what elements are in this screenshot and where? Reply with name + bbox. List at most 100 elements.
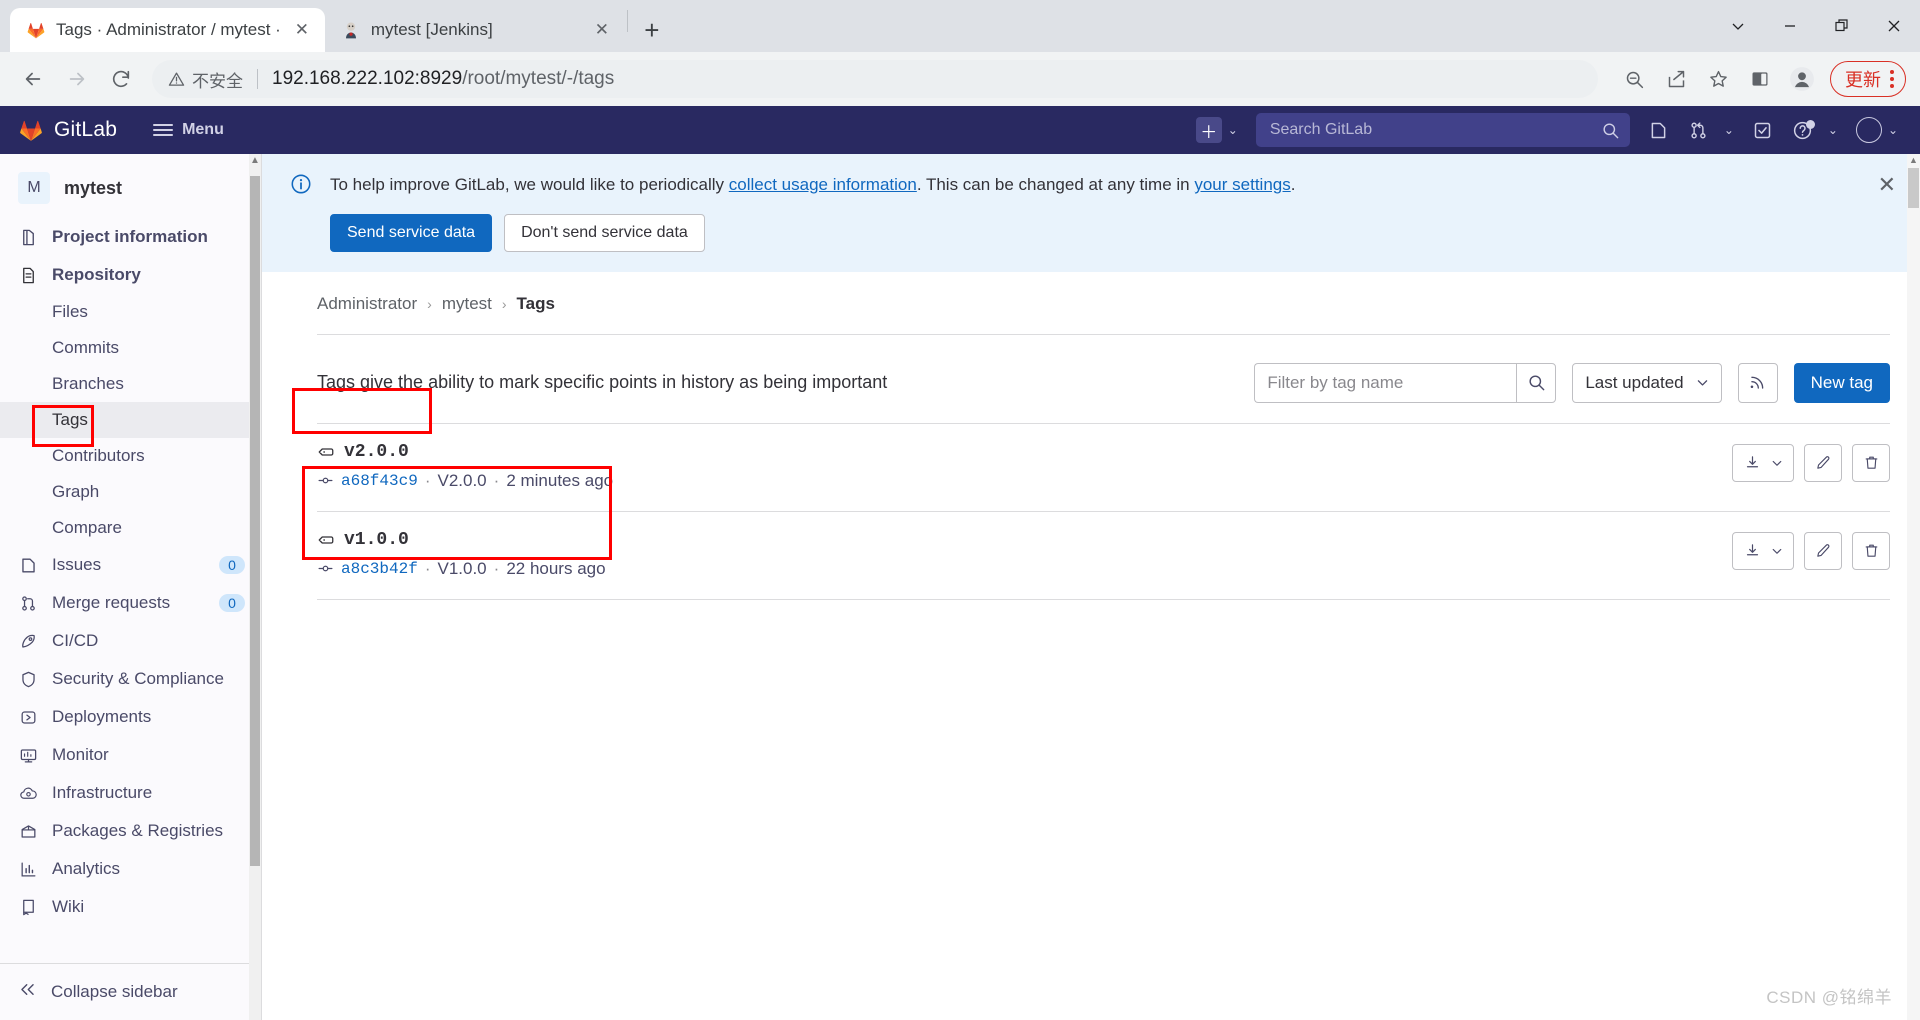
sidebar-item-infrastructure[interactable]: Infrastructure — [0, 774, 261, 812]
close-icon[interactable]: ✕ — [1878, 174, 1896, 196]
create-new-icon[interactable]: ＋ — [1195, 117, 1222, 143]
sidebar-project-header[interactable]: M mytest — [0, 162, 261, 218]
sidebar-item-label: Analytics — [52, 859, 121, 878]
your-settings-link[interactable]: your settings — [1194, 175, 1290, 194]
collect-usage-information-link[interactable]: collect usage information — [729, 175, 917, 194]
delete-tag-button[interactable] — [1852, 531, 1890, 570]
new-tab-button[interactable]: + — [634, 12, 670, 48]
sidebar-item-contributors[interactable]: Contributors — [0, 438, 261, 474]
sidebar-item-monitor[interactable]: Monitor — [0, 736, 261, 774]
commit-sha-link[interactable]: a8c3b42f — [341, 560, 418, 578]
content-scrollbar-thumb[interactable] — [1908, 168, 1919, 208]
sidebar-item-project-information[interactable]: Project information — [0, 218, 261, 256]
merge-requests-nav-icon[interactable] — [1680, 111, 1718, 149]
update-button[interactable]: 更新 — [1830, 61, 1906, 97]
gitlab-body: M mytest Project information Repository … — [0, 154, 1920, 1020]
gitlab-menu-button[interactable]: Menu — [145, 115, 232, 145]
tag-name[interactable]: v1.0.0 — [317, 530, 1732, 550]
tag-info: v1.0.0 a8c3b42f · V1.0.0 · 22 hours ago — [317, 530, 1732, 579]
alert-text-after: . — [1290, 175, 1296, 194]
sidebar-item-merge-requests[interactable]: Merge requests 0 — [0, 584, 261, 622]
sidebar-item-tags[interactable]: Tags — [0, 402, 261, 438]
delete-tag-button[interactable] — [1852, 443, 1890, 482]
project-sidebar: M mytest Project information Repository … — [0, 154, 262, 1020]
download-dropdown-button[interactable] — [1732, 531, 1794, 570]
tag-filter-input[interactable]: Filter by tag name — [1254, 362, 1517, 403]
avatar[interactable] — [1855, 117, 1882, 143]
collapse-sidebar-button[interactable]: Collapse sidebar — [0, 963, 261, 1020]
sidebar-item-security-compliance[interactable]: Security & Compliance — [0, 660, 261, 698]
content-scrollbar[interactable]: ▲ — [1907, 154, 1920, 1020]
commit-sha-link[interactable]: a68f43c9 — [341, 472, 418, 490]
sidebar-item-repository[interactable]: Repository — [0, 256, 261, 294]
edit-tag-button[interactable] — [1804, 443, 1842, 482]
sidebar-scrollbar[interactable]: ▲ — [249, 154, 261, 1020]
sidebar-item-files[interactable]: Files — [0, 294, 261, 330]
sidebar-item-branches[interactable]: Branches — [0, 366, 261, 402]
chevron-down-icon[interactable]: ⌄ — [1824, 123, 1846, 137]
sidebar-item-compare[interactable]: Compare — [0, 510, 261, 546]
sidebar-item-analytics[interactable]: Analytics — [0, 850, 261, 888]
issues-count-badge: 0 — [219, 556, 245, 574]
chevron-down-icon[interactable]: ⌄ — [1720, 123, 1742, 137]
breadcrumb-item-administrator[interactable]: Administrator — [317, 294, 417, 314]
sidebar-item-wiki[interactable]: Wiki — [0, 888, 261, 926]
todos-nav-icon[interactable] — [1744, 111, 1782, 149]
separator: · — [424, 470, 431, 490]
sidebar-scrollbar-thumb[interactable] — [250, 176, 260, 866]
browser-menu-icon[interactable] — [1885, 70, 1899, 88]
tag-info: v2.0.0 a68f43c9 · V2.0.0 · 2 minutes ago — [317, 442, 1732, 491]
rss-icon — [1750, 376, 1764, 389]
sort-dropdown[interactable]: Last updated — [1572, 362, 1722, 403]
project-name: mytest — [64, 177, 123, 198]
browser-titlebar: Tags · Administrator / mytest · ✕ mytest… — [0, 0, 1920, 52]
help-nav-icon[interactable] — [1784, 111, 1822, 149]
address-bar[interactable]: 不安全 192.168.222.102:8929/root/mytest/-/t… — [152, 60, 1598, 98]
breadcrumb-item-mytest[interactable]: mytest — [442, 294, 492, 314]
sidebar-item-commits[interactable]: Commits — [0, 330, 261, 366]
back-icon[interactable] — [14, 60, 52, 98]
chevron-down-icon[interactable]: ⌄ — [1224, 123, 1246, 137]
chevron-down-icon[interactable]: ⌄ — [1884, 123, 1906, 137]
issues-nav-icon[interactable] — [1640, 111, 1678, 149]
forward-icon[interactable] — [58, 60, 96, 98]
edit-tag-button[interactable] — [1804, 531, 1842, 570]
maximize-restore-icon[interactable] — [1816, 0, 1868, 52]
breadcrumb-item-tags[interactable]: Tags — [517, 294, 555, 314]
zoom-out-icon[interactable] — [1614, 59, 1654, 99]
search-icon — [1529, 375, 1545, 391]
sidebar-item-issues[interactable]: Issues 0 — [0, 546, 261, 584]
profile-icon[interactable] — [1782, 59, 1822, 99]
sidebar-item-packages-registries[interactable]: Packages & Registries — [0, 812, 261, 850]
sidebar-item-cicd[interactable]: CI/CD — [0, 622, 261, 660]
scroll-up-arrow-icon[interactable]: ▲ — [1908, 155, 1919, 165]
scroll-up-arrow-icon[interactable]: ▲ — [250, 156, 260, 166]
tag-filter-search-button[interactable] — [1516, 362, 1557, 403]
sidebar-item-deployments[interactable]: Deployments — [0, 698, 261, 736]
share-icon[interactable] — [1656, 59, 1696, 99]
browser-tab-title: Tags · Administrator / mytest · — [56, 20, 281, 39]
tag-icon — [318, 535, 334, 544]
gitlab-brand[interactable]: GitLab — [18, 117, 117, 143]
send-service-data-button[interactable]: Send service data — [330, 213, 493, 252]
tag-name[interactable]: v2.0.0 — [317, 442, 1732, 462]
close-window-icon[interactable] — [1868, 0, 1920, 52]
browser-tab-active[interactable]: Tags · Administrator / mytest · ✕ — [10, 8, 325, 52]
side-panel-icon[interactable] — [1740, 59, 1780, 99]
merge-requests-icon — [18, 593, 38, 613]
sidebar-item-graph[interactable]: Graph — [0, 474, 261, 510]
minimize-icon[interactable] — [1764, 0, 1816, 52]
breadcrumb-separator-icon: › — [427, 295, 432, 312]
bookmark-star-icon[interactable] — [1698, 59, 1738, 99]
new-tag-button[interactable]: New tag — [1793, 362, 1890, 403]
tab-close-icon[interactable]: ✕ — [591, 19, 613, 41]
search-input[interactable]: Search GitLab — [1255, 113, 1630, 147]
tab-close-icon[interactable]: ✕ — [291, 19, 313, 41]
reload-icon[interactable] — [102, 60, 140, 98]
list-all-tabs-icon[interactable] — [1712, 0, 1764, 52]
dont-send-service-data-button[interactable]: Don't send service data — [504, 213, 705, 252]
rss-feed-button[interactable] — [1737, 362, 1778, 403]
browser-tab-inactive[interactable]: mytest [Jenkins] ✕ — [324, 8, 625, 52]
security-indicator[interactable]: 不安全 — [168, 67, 243, 92]
download-dropdown-button[interactable] — [1732, 443, 1794, 482]
